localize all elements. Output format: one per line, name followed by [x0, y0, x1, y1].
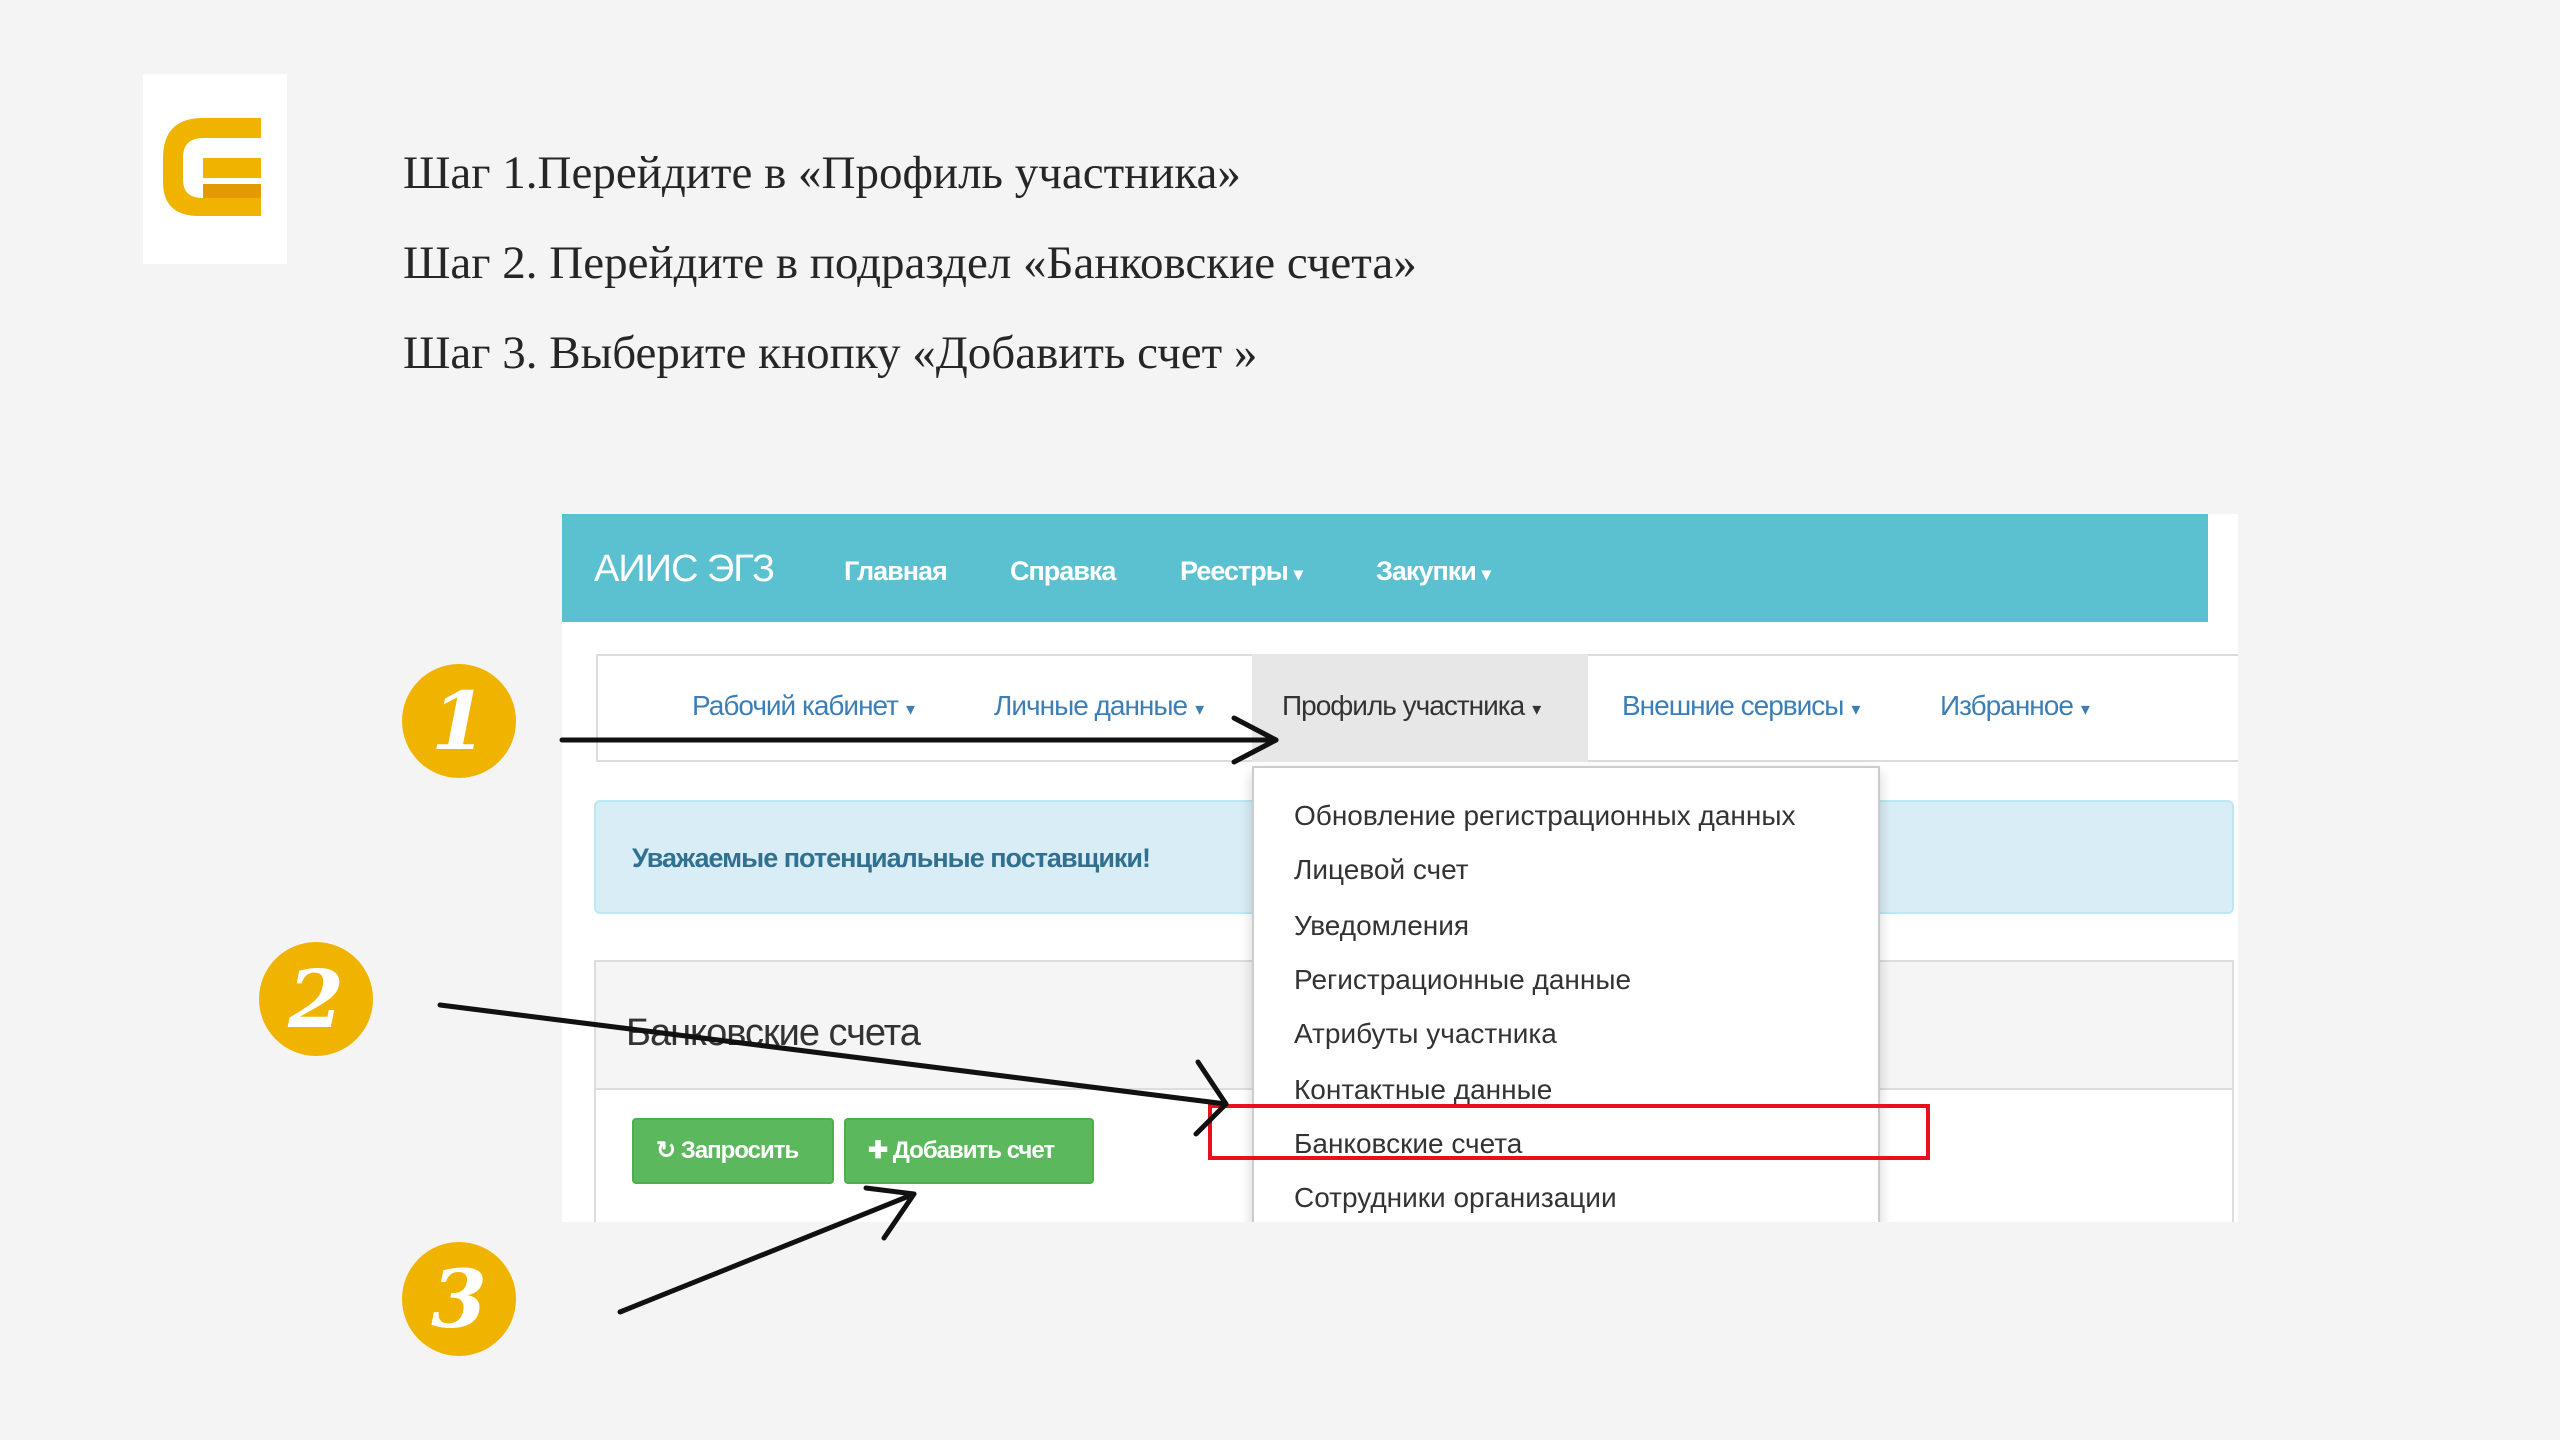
arrow-icon	[559, 715, 1279, 765]
pointer-arrows	[437, 715, 1279, 1315]
arrow-icon	[617, 1185, 917, 1315]
arrow-icon	[437, 1002, 1229, 1137]
